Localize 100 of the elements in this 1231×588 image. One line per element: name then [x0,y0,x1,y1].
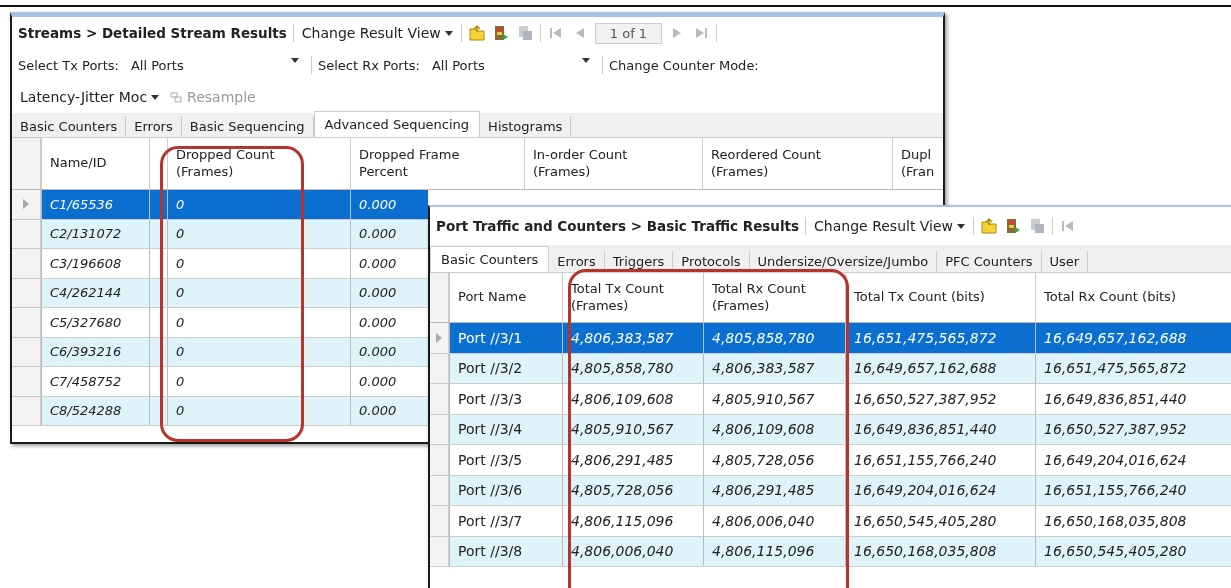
column-header[interactable]: Name/ID [41,138,149,189]
table-cell: Port //3/8 [449,536,562,566]
column-header[interactable]: Dropped Frame Percent [350,138,524,189]
table-cell: 0 [167,249,350,278]
table-row[interactable]: Port //3/4 4,805,910,567 4,806,109,608 16,649,836,851,440 16,650,527,387,952 [430,414,1231,445]
row-header[interactable] [430,323,449,353]
table-cell: 0 [167,367,350,396]
change-result-view-menu[interactable]: Change Result View [812,218,968,234]
table-cell: 0 [167,396,350,425]
table-row[interactable]: C1/65536 0 0.000 [12,190,428,220]
table-cell: 4,806,115,096 [562,506,703,536]
table-row[interactable]: C5/327680 0 0.000 [12,308,428,338]
caret-icon [444,30,453,36]
row-header[interactable] [430,384,449,414]
table-cell: C5/327680 [41,308,149,337]
table-row[interactable]: C3/196608 0 0.000 [12,249,428,279]
table-cell: 16,650,527,387,952 [1035,414,1231,444]
row-header[interactable] [430,414,449,444]
row-header[interactable] [12,190,41,219]
table-cell: 0 [167,190,350,219]
table-row[interactable]: Port //3/5 4,806,291,485 4,805,728,056 16,651,155,766,240 16,649,204,016,624 [430,445,1231,476]
table-row[interactable]: Port //3/1 4,806,383,587 4,805,858,780 16,651,475,565,872 16,649,657,162,688 [430,323,1231,354]
table-row[interactable]: Port //3/2 4,805,858,780 4,806,383,587 16,649,657,162,688 16,651,475,565,872 [430,353,1231,384]
table-cell: 4,805,910,567 [703,384,845,414]
table-cell: 4,806,383,587 [562,323,703,353]
column-header[interactable]: Total Rx Count (Frames) [703,273,845,322]
row-header[interactable] [12,249,41,278]
table-cell: 16,651,155,766,240 [1035,475,1231,505]
row-header[interactable] [12,308,41,337]
corner-cell[interactable] [12,138,41,189]
table-cell: 4,806,109,608 [703,414,845,444]
table-cell: 0 [167,337,350,366]
column-header[interactable]: Total Tx Count (bits) [845,273,1035,322]
row-header[interactable] [12,367,41,396]
column-header[interactable]: Port Name [449,273,562,322]
table-row[interactable]: Port //3/8 4,806,006,040 4,806,115,096 16,650,168,035,808 16,650,545,405,280 [430,536,1231,567]
field-label: Change Counter Mode: [608,57,759,73]
table-cell: 16,650,545,405,280 [845,506,1035,536]
row-header[interactable] [430,475,449,505]
row-header[interactable] [12,337,41,366]
change-result-view-menu[interactable]: Change Result View [299,25,455,41]
table-cell: C7/458752 [41,367,149,396]
window-title: Streams > Detailed Stream Results [18,25,287,41]
table-cell: 4,805,728,056 [703,445,845,475]
table-cell: Port //3/6 [449,475,562,505]
table-cell: 16,649,204,016,624 [845,475,1035,505]
table-cell: 4,805,858,780 [562,353,703,383]
column-header[interactable]: In-order Count (Frames) [524,138,702,189]
tab[interactable]: Advanced Sequencing [313,111,481,137]
table-cell: 4,805,728,056 [562,475,703,505]
table-cell: C2/131072 [41,219,149,248]
row-header[interactable] [430,506,449,536]
table-cell: 4,806,115,096 [703,536,845,566]
row-pointer-icon [23,199,29,210]
counter-mode-dropdown[interactable]: Latency-Jitter Moc [18,89,162,105]
caret-icon [290,57,299,63]
column-header[interactable]: Reordered Count (Frames) [702,138,892,189]
table-cell: Port //3/1 [449,323,562,353]
table-cell: 16,649,204,016,624 [1035,445,1231,475]
table-cell: C6/393216 [41,337,149,366]
table-row[interactable]: Port //3/6 4,805,728,056 4,806,291,485 16,649,204,016,624 16,651,155,766,240 [430,475,1231,506]
table-cell: 16,651,155,766,240 [845,445,1035,475]
table-row[interactable]: C6/393216 0 0.000 [12,337,428,367]
table-cell: 16,649,657,162,688 [1035,323,1231,353]
row-header[interactable] [430,353,449,383]
folder-icon[interactable] [980,217,999,235]
column-header[interactable]: Total Rx Count (bits) [1035,273,1231,322]
row-pointer-icon [436,332,442,343]
table-cell: 4,806,291,485 [703,475,845,505]
table-cell: 4,806,109,608 [562,384,703,414]
tab[interactable]: Basic Counters [430,246,550,272]
table-row[interactable]: C8/524288 0 0.000 [12,396,428,426]
table-row[interactable]: Port //3/7 4,806,115,096 4,806,006,040 16,650,545,405,280 16,650,168,035,808 [430,506,1231,537]
table-row[interactable]: C4/262144 0 0.000 [12,278,428,308]
row-header[interactable] [12,278,41,307]
column-header[interactable]: Dropped Count (Frames) [167,138,350,189]
row-header[interactable] [430,536,449,566]
table-cell: 4,806,006,040 [703,506,845,536]
caret-icon [957,223,966,229]
row-header[interactable] [12,396,41,425]
row-header[interactable] [430,445,449,475]
corner-cell[interactable] [430,273,449,322]
table-cell: C3/196608 [41,249,149,278]
table-cell: 16,651,475,565,872 [1035,353,1231,383]
table-cell: 16,649,657,162,688 [845,353,1035,383]
table-cell: Port //3/4 [449,414,562,444]
table-row[interactable]: Port //3/3 4,806,109,608 4,805,910,567 16,650,527,387,952 16,649,836,851,440 [430,384,1231,415]
column-header[interactable]: Total Tx Count (Frames) [562,273,703,322]
column-header[interactable]: Dupl (Fran [892,138,943,189]
table-row[interactable]: C7/458752 0 0.000 [12,367,428,397]
table-cell: Port //3/2 [449,353,562,383]
table-cell: 0 [167,308,350,337]
table-cell: 16,649,836,851,440 [845,414,1035,444]
folder-icon[interactable] [467,24,486,42]
table-cell: 16,650,527,387,952 [845,384,1035,414]
page-indicator: 1 of 1 [594,22,663,44]
copy-icon[interactable] [1028,217,1047,235]
row-header[interactable] [12,219,41,248]
table-cell: 4,806,291,485 [562,445,703,475]
table-row[interactable]: C2/131072 0 0.000 [12,219,428,249]
